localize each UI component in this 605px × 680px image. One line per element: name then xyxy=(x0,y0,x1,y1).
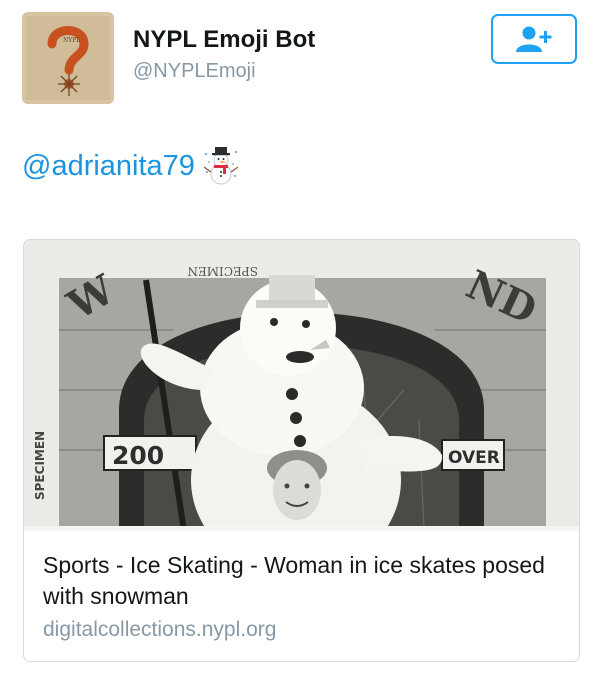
card-domain: digitalcollections.nypl.org xyxy=(43,618,277,641)
photo-specimen-top: SPECIMEN xyxy=(187,264,258,278)
photo-sign-left: 200 xyxy=(112,441,164,470)
question-mark-sun-icon: NYPL xyxy=(22,12,114,104)
avatar[interactable]: NYPL xyxy=(22,12,114,104)
link-card[interactable]: W ND 200 OVER SPECIMEN SPECIMEN Sports -… xyxy=(23,239,580,662)
svg-text:NYPL: NYPL xyxy=(63,37,80,44)
user-handle[interactable]: @NYPLEmoji xyxy=(133,60,256,83)
photo-sign-right: OVER xyxy=(448,448,500,468)
photo-specimen-side: SPECIMEN xyxy=(33,431,47,500)
mention-link[interactable]: @adrianita79 xyxy=(22,150,195,183)
snowman-icon xyxy=(203,146,239,186)
card-title[interactable]: Sports - Ice Skating - Woman in ice skat… xyxy=(43,550,563,612)
follow-button[interactable] xyxy=(491,14,577,64)
tweet-text: @adrianita79 xyxy=(22,146,239,186)
snowman-photo: W ND 200 OVER SPECIMEN SPECIMEN xyxy=(24,240,579,531)
display-name[interactable]: NYPL Emoji Bot xyxy=(133,26,315,54)
add-user-icon xyxy=(516,26,552,52)
card-photo[interactable]: W ND 200 OVER SPECIMEN SPECIMEN xyxy=(24,240,579,531)
